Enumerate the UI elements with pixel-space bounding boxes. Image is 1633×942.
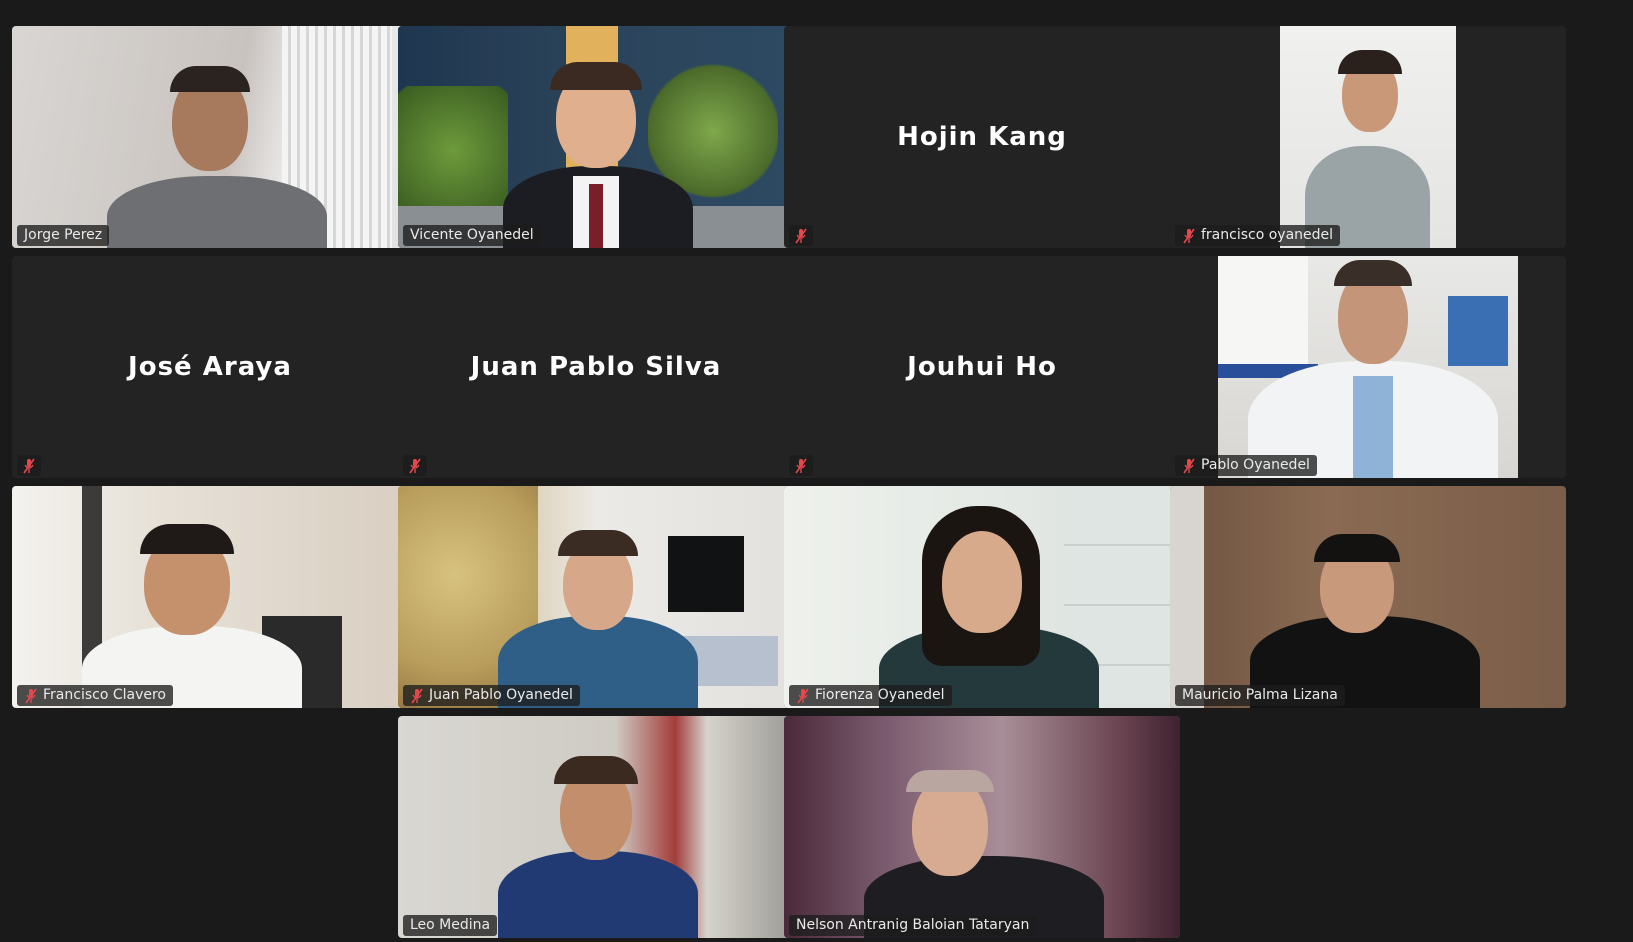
video-feed [398, 716, 794, 938]
participant-name: Mauricio Palma Lizana [1182, 687, 1338, 703]
microphone-muted-icon [409, 458, 421, 473]
microphone-muted-icon [795, 228, 807, 243]
video-feed [1170, 486, 1566, 708]
participant-tile-jose-araya[interactable]: José Araya [12, 256, 408, 478]
participant-tile-leo-medina[interactable]: Leo Medina [398, 716, 794, 938]
participant-name: Fiorenza Oyanedel [815, 687, 945, 703]
participant-name: Nelson Antranig Baloian Tataryan [796, 917, 1030, 933]
participant-tile-francisco-clavero[interactable]: Francisco Clavero [12, 486, 408, 708]
participant-name-plate: francisco oyanedel [1175, 225, 1341, 246]
video-feed [784, 716, 1180, 938]
mute-indicator [789, 455, 813, 476]
video-feed [398, 486, 794, 708]
participant-tile-vicente-oyanedel[interactable]: Vicente Oyanedel [398, 26, 794, 248]
avatar-name-text: Juan Pablo Silva [470, 352, 722, 382]
participant-tile-francisco-oyanedel[interactable]: francisco oyanedel [1170, 26, 1566, 248]
participant-name-plate: Vicente Oyanedel [403, 225, 541, 246]
microphone-muted-icon [411, 688, 423, 703]
microphone-muted-icon [1183, 458, 1195, 473]
avatar-name-text: Hojin Kang [897, 122, 1067, 152]
participant-name-plate: Jorge Perez [17, 225, 110, 246]
video-feed [398, 26, 794, 248]
participant-name-plate: Pablo Oyanedel [1175, 455, 1317, 476]
avatar-name-text: Jouhui Ho [907, 352, 1057, 382]
video-feed [784, 486, 1180, 708]
participant-tile-jorge-perez[interactable]: Jorge Perez [12, 26, 408, 248]
participant-tile-nelson-antranig-baloian-tataryan[interactable]: Nelson Antranig Baloian Tataryan [784, 716, 1180, 938]
participant-name-plate: Juan Pablo Oyanedel [403, 685, 580, 706]
video-feed [12, 26, 408, 248]
participant-name: Jorge Perez [24, 227, 103, 243]
participant-name: Francisco Clavero [43, 687, 166, 703]
gallery-view: Jorge Perez Vicente Oyanedel Hojin Kang [0, 0, 1633, 942]
participant-tile-hojin-kang[interactable]: Hojin Kang [784, 26, 1180, 248]
video-feed [1280, 26, 1456, 248]
participant-name: Juan Pablo Oyanedel [429, 687, 573, 703]
participant-name-plate: Fiorenza Oyanedel [789, 685, 952, 706]
participant-name-plate: Mauricio Palma Lizana [1175, 685, 1345, 706]
mute-indicator [17, 455, 41, 476]
participant-tile-mauricio-palma-lizana[interactable]: Mauricio Palma Lizana [1170, 486, 1566, 708]
mute-indicator [403, 455, 427, 476]
microphone-muted-icon [795, 458, 807, 473]
participant-tile-juan-pablo-silva[interactable]: Juan Pablo Silva [398, 256, 794, 478]
microphone-muted-icon [25, 688, 37, 703]
avatar-name-text: José Araya [128, 352, 292, 382]
participant-name: Leo Medina [410, 917, 491, 933]
participant-name: Pablo Oyanedel [1201, 457, 1310, 473]
participant-tile-jouhui-ho[interactable]: Jouhui Ho [784, 256, 1180, 478]
microphone-muted-icon [23, 458, 35, 473]
participant-name: francisco oyanedel [1201, 227, 1334, 243]
participant-tile-pablo-oyanedel[interactable]: Pablo Oyanedel [1170, 256, 1566, 478]
participant-name-plate: Leo Medina [403, 915, 498, 936]
microphone-muted-icon [797, 688, 809, 703]
video-feed [12, 486, 408, 708]
participant-name-plate: Nelson Antranig Baloian Tataryan [789, 915, 1037, 936]
participant-name: Vicente Oyanedel [410, 227, 534, 243]
microphone-muted-icon [1183, 228, 1195, 243]
participant-tile-fiorenza-oyanedel[interactable]: Fiorenza Oyanedel [784, 486, 1180, 708]
participant-tile-juan-pablo-oyanedel[interactable]: Juan Pablo Oyanedel [398, 486, 794, 708]
video-feed [1218, 256, 1518, 478]
mute-indicator [789, 225, 813, 246]
participant-name-plate: Francisco Clavero [17, 685, 173, 706]
